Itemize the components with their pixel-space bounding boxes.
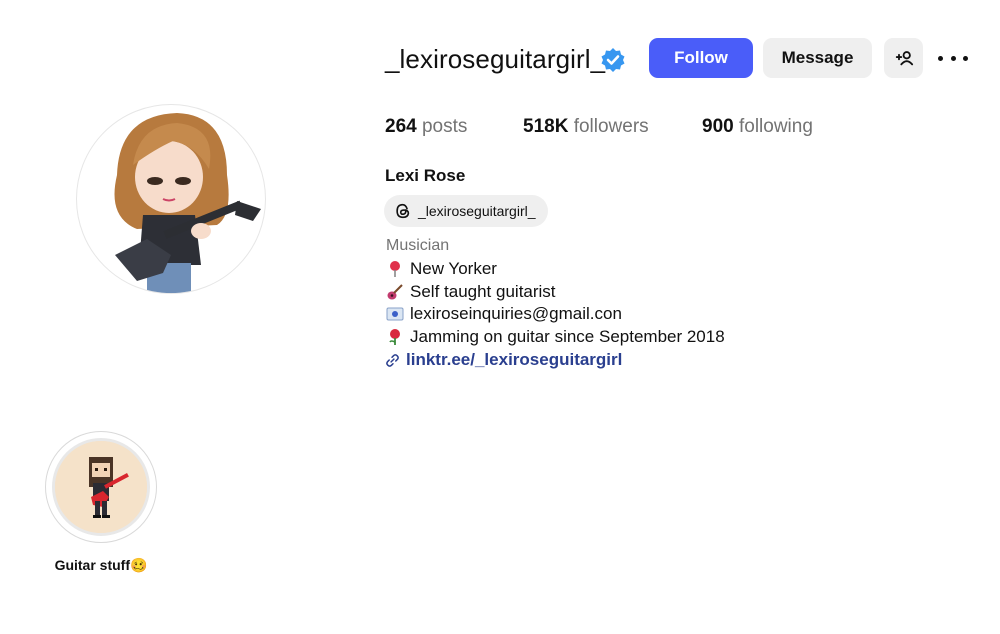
followers-link[interactable]: 518K followers — [523, 116, 649, 138]
link-icon — [386, 353, 399, 367]
posts-count: 264 posts — [385, 116, 468, 137]
profile-username: _lexiroseguitargirl_ — [385, 44, 606, 74]
follow-button[interactable]: Follow — [649, 38, 753, 78]
threads-icon — [396, 203, 410, 219]
verified-badge-icon — [600, 47, 626, 73]
profile-external-link[interactable]: linktr.ee/_lexiroseguitargirl — [385, 350, 622, 370]
bio-line-since: Jamming on guitar since September 2018 — [386, 327, 725, 347]
bio-line-guitarist: Self taught guitarist — [386, 282, 556, 302]
suggest-user-button[interactable] — [884, 38, 923, 78]
following-link[interactable]: 900 following — [702, 116, 813, 138]
avatar-illustration — [114, 113, 261, 293]
threads-handle: _lexiroseguitargirl_ — [418, 203, 536, 219]
highlight-label: Guitar stuff🥴 — [54, 557, 148, 573]
profile-link-text: linktr.ee/_lexiroseguitargirl — [406, 350, 623, 369]
highlight-cover — [52, 438, 150, 536]
profile-category: Musician — [386, 237, 450, 254]
add-user-icon — [895, 51, 913, 66]
more-options-icon[interactable] — [938, 48, 968, 68]
profile-avatar[interactable] — [76, 104, 266, 294]
bio-line-email: lexiroseinquiries@gmail.con — [386, 304, 622, 324]
envelope-icon — [386, 307, 404, 321]
rose-icon — [389, 329, 400, 345]
story-highlight[interactable] — [45, 431, 157, 543]
profile-full-name: Lexi Rose — [385, 166, 466, 185]
message-button[interactable]: Message — [763, 38, 872, 78]
guitar-icon — [387, 284, 403, 300]
highlight-cover-illustration — [55, 441, 147, 533]
threads-badge[interactable]: _lexiroseguitargirl_ — [384, 195, 548, 227]
bio-line-location: New Yorker — [386, 259, 497, 279]
pushpin-icon — [390, 261, 400, 277]
